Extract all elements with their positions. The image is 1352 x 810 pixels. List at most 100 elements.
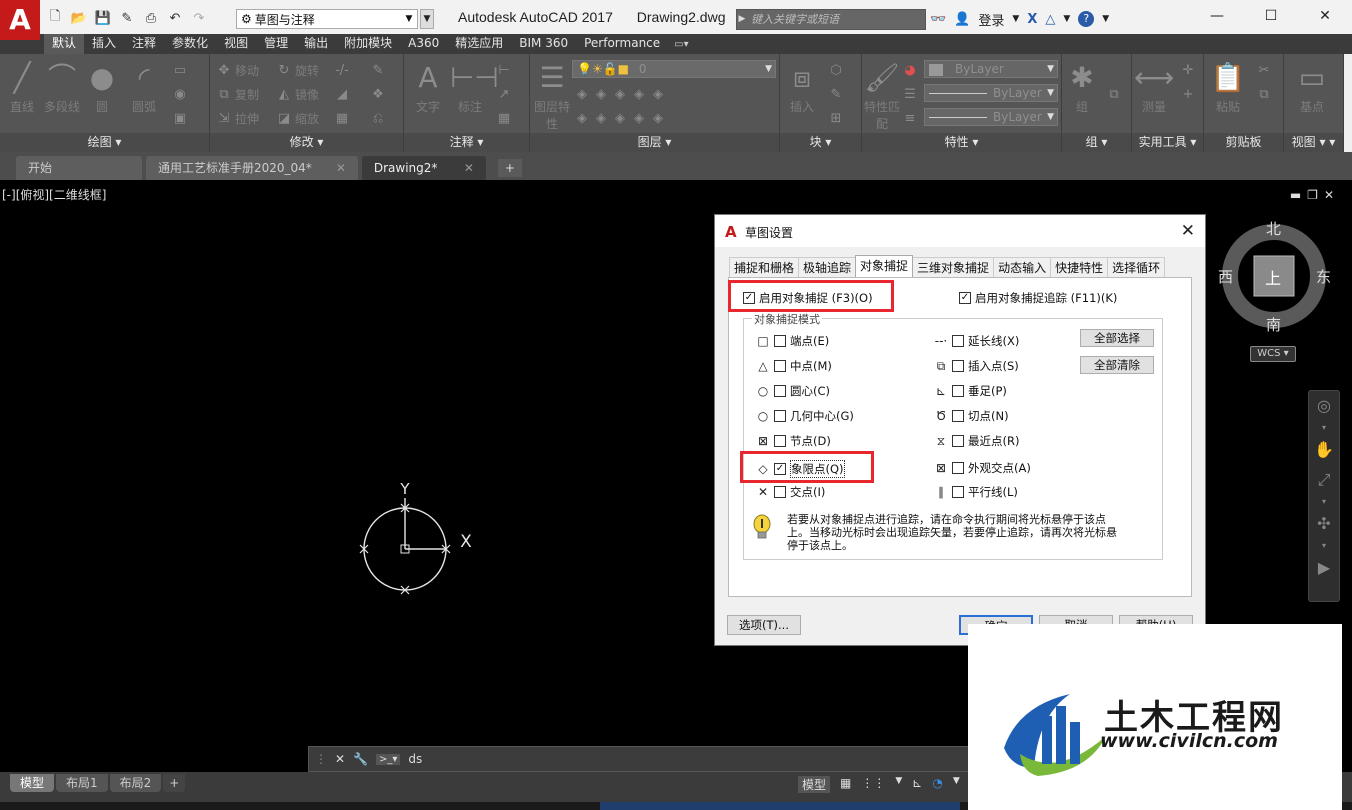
tab-3d-object-snap[interactable]: 三维对象捕捉 (912, 257, 995, 277)
measure-tool[interactable]: ⟷ 测量 (1134, 58, 1174, 115)
lineweight-select[interactable]: ByLayer ▼ (924, 108, 1058, 126)
viewcube[interactable]: 北 南 西 东 上 WCS ▾ (1212, 218, 1336, 362)
zoom-extents-icon[interactable]: ⤢ (1309, 465, 1339, 495)
ungroup-tool[interactable]: ⧉ (1106, 84, 1122, 104)
panel-title[interactable]: 剪贴板 (1204, 133, 1283, 152)
compass-north[interactable]: 北 (1266, 218, 1281, 239)
osnap-node[interactable]: ⊠ 节点(D) (752, 433, 831, 449)
ribbon-tab-annotate[interactable]: 注释 (124, 34, 164, 54)
ribbon-tab-output[interactable]: 输出 (296, 34, 336, 54)
chevron-down-icon[interactable]: ▼ (1063, 14, 1070, 24)
create-block-tool[interactable]: ⬡ (828, 60, 844, 80)
erase-tool[interactable]: ✎ (370, 60, 386, 80)
copy-clip-tool[interactable]: ⧉ (1256, 84, 1272, 104)
match-properties-tool[interactable]: 🖌 特性匹配 (862, 58, 902, 132)
ribbon-tab-bim360[interactable]: BIM 360 (511, 34, 576, 54)
orbit-icon[interactable]: ✣ (1309, 509, 1339, 539)
osnap-midpoint[interactable]: △ 中点(M) (752, 358, 832, 374)
grip-handle-icon[interactable]: ⋮ (315, 752, 327, 766)
checkbox[interactable] (774, 435, 786, 447)
checkbox[interactable] (952, 385, 964, 397)
leader-tool[interactable]: ⊢ (496, 60, 512, 80)
attribute-tool[interactable]: ⊞ (828, 108, 844, 128)
help-icon[interactable]: ? (1078, 11, 1095, 27)
linetype-select[interactable]: ByLayer ▼ (924, 84, 1058, 102)
chevron-down-icon[interactable]: ▾ (1309, 539, 1339, 553)
tab-object-snap[interactable]: 对象捕捉 (855, 255, 914, 277)
checkbox[interactable] (774, 360, 786, 372)
close-button[interactable]: ✕ (1298, 0, 1352, 32)
color-select[interactable]: ByLayer ▼ (924, 60, 1058, 78)
tab-selection-cycling[interactable]: 选择循环 (1107, 257, 1166, 277)
close-icon[interactable]: ✕ (1324, 188, 1334, 202)
layout-tab-model[interactable]: 模型 (10, 774, 55, 792)
mirror-tool[interactable]: ◭ 镜像 (276, 84, 319, 104)
ribbon-tab-addins[interactable]: 附加模块 (336, 34, 400, 54)
checkbox[interactable] (952, 462, 964, 474)
close-icon[interactable]: ✕ (464, 156, 474, 180)
compass-south[interactable]: 南 (1266, 314, 1281, 335)
offset-tool[interactable]: ⎌ (370, 108, 386, 128)
panel-title[interactable]: 视图 ▾ ▾ (1284, 133, 1343, 152)
osnap-endpoint[interactable]: □ 端点(E) (752, 333, 829, 349)
a360-icon[interactable]: △ (1045, 12, 1055, 27)
chevron-down-icon[interactable]: ▾ (1309, 495, 1339, 509)
compass-east[interactable]: 东 (1316, 266, 1331, 287)
osnap-intersection[interactable]: ✕ 交点(I) (752, 484, 825, 500)
panel-title[interactable]: 注释 ▾ (404, 133, 529, 152)
checkbox[interactable] (952, 360, 964, 372)
chevron-down-icon[interactable]: ▼ (953, 776, 960, 793)
cut-tool[interactable]: ✂ (1256, 60, 1272, 80)
enable-tracking-checkbox[interactable]: ✓ 启用对象捕捉追踪 (F11)(K) (959, 290, 1117, 306)
panel-title[interactable]: 绘图 ▾ (0, 133, 209, 152)
trim-tool[interactable]: -/- (334, 60, 350, 80)
osnap-perpendicular[interactable]: ⊾ 垂足(P) (930, 383, 1007, 399)
search-input[interactable]: 键入关键字或短语 (736, 9, 926, 30)
viewport-controls[interactable]: [-][俯视][二维线框] (2, 186, 106, 203)
layer-tools-row-1[interactable]: ◈ ◈ ◈ ◈ ◈ (574, 84, 666, 104)
paste-tool[interactable]: 📋 粘贴 (1208, 58, 1248, 115)
command-line[interactable]: ⋮ ✕ 🔧 >_▾ ds (308, 746, 970, 772)
ribbon-tab-a360[interactable]: A360 (400, 34, 447, 54)
osnap-nearest[interactable]: ⧖ 最近点(R) (930, 433, 1020, 449)
command-input[interactable]: ds (408, 752, 422, 766)
checkbox[interactable] (774, 486, 786, 498)
copy-tool[interactable]: ⧉ 复制 (216, 84, 259, 104)
select-all-button[interactable]: 全部选择 (1080, 329, 1154, 347)
table-tool[interactable]: ▦ (496, 108, 512, 128)
minimize-button[interactable]: — (1190, 0, 1244, 32)
fillet-tool[interactable]: ◢ (334, 84, 350, 104)
wrench-icon[interactable]: 🔧 (353, 752, 368, 766)
new-tab-button[interactable]: + (497, 159, 522, 177)
undo-icon[interactable]: ↶ (164, 7, 186, 29)
osnap-center[interactable]: ○ 圆心(C) (752, 383, 830, 399)
linetype-icon-btn[interactable]: ☰ (902, 84, 918, 104)
panel-title[interactable]: 块 ▾ (780, 133, 861, 152)
rotate-tool[interactable]: ↻ 旋转 (276, 60, 319, 80)
note-tool[interactable]: ↗ (496, 84, 512, 104)
checkbox[interactable] (774, 410, 786, 422)
group-tool[interactable]: ✱ 组 (1062, 58, 1102, 115)
move-tool[interactable]: ✥ 移动 (216, 60, 259, 80)
ribbon-tab-view[interactable]: 视图 (216, 34, 256, 54)
file-tab-manual[interactable]: 通用工艺标准手册2020_04* ✕ (146, 156, 358, 180)
polyline-tool[interactable]: ⌒ 多段线 (42, 58, 82, 115)
scale-tool[interactable]: ◪ 缩放 (276, 108, 319, 128)
steering-wheel-icon[interactable]: ◎ (1309, 391, 1339, 421)
panel-title[interactable]: 图层 ▾ (530, 133, 779, 152)
open-file-icon[interactable]: 📂 (68, 7, 90, 29)
arc-tool[interactable]: ◜ 圆弧 (124, 58, 164, 115)
showmotion-icon[interactable]: ▶ (1309, 553, 1339, 583)
tab-snap-grid[interactable]: 捕捉和栅格 (729, 257, 800, 277)
osnap-tangent[interactable]: Ծ 切点(N) (930, 408, 1009, 424)
circle-tool[interactable]: ● 圆 (82, 58, 122, 115)
tab-dynamic-input[interactable]: 动态输入 (993, 257, 1052, 277)
chevron-down-icon[interactable]: ▼ (1012, 14, 1019, 24)
dimension-tool[interactable]: ⊢⊣ 标注 (450, 58, 499, 115)
id-point-tool[interactable]: ✛ (1180, 60, 1196, 80)
polar-icon[interactable]: ◔ (932, 776, 942, 793)
checkbox[interactable] (952, 435, 964, 447)
checkbox[interactable] (952, 410, 964, 422)
maximize-button[interactable]: ☐ (1244, 0, 1298, 32)
osnap-geometric-center[interactable]: ○ 几何中心(G) (752, 408, 854, 424)
